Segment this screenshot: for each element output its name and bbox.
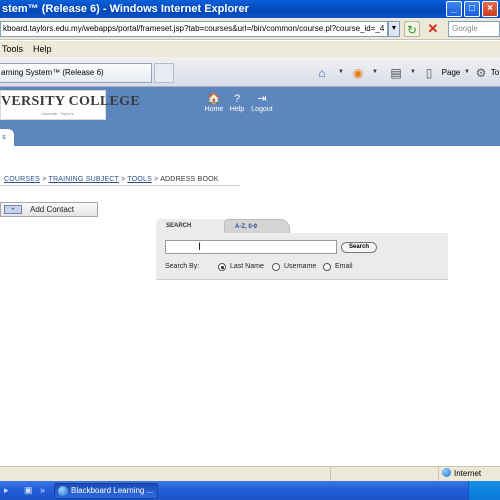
refresh-icon[interactable]: ↻ [404, 21, 420, 37]
radio-last-name[interactable] [218, 263, 226, 271]
radio-email[interactable] [323, 263, 331, 271]
radio-username-label: Username [284, 263, 317, 270]
menu-bar: Tools Help [0, 41, 500, 57]
taskbar: ▸ ▣ » Blackboard Learning ... [0, 481, 500, 500]
bb-tab-courses[interactable]: s [0, 129, 14, 146]
maximize-button[interactable]: □ [464, 1, 480, 17]
bb-header: VERSITY COLLEGE Lakeside · Taylor's 🏠 Ho… [0, 87, 500, 129]
stop-icon[interactable]: ✕ [424, 21, 442, 37]
text-cursor-icon: I [198, 241, 202, 253]
page-dropdown-icon[interactable]: ▼ [464, 69, 470, 75]
quicklaunch-icon[interactable]: ▣ [24, 485, 34, 495]
globe-icon [442, 468, 451, 477]
contact-search-input[interactable] [165, 240, 337, 254]
radio-email-label: Email [335, 263, 353, 270]
menu-help[interactable]: Help [33, 41, 52, 57]
browser-search-input[interactable]: Google [448, 21, 500, 37]
taskbar-task-label: Blackboard Learning ... [71, 486, 154, 495]
breadcrumb-separator: > [42, 176, 47, 183]
menu-tools[interactable]: Tools [2, 41, 23, 57]
home-icon[interactable]: ⌂ [314, 65, 330, 81]
radio-last-name-label: Last Name [230, 263, 264, 270]
quicklaunch-icon[interactable]: ▸ [4, 485, 14, 495]
add-contact-label: Add Contact [30, 205, 75, 214]
home-dropdown-icon[interactable]: ▼ [338, 69, 344, 75]
address-dropdown-icon[interactable]: ▼ [388, 21, 400, 37]
breadcrumb-separator: > [121, 176, 126, 183]
browser-tab[interactable]: arning System™ (Release 6) [0, 63, 152, 83]
breadcrumb: COURSES > TRAINING SUBJECT > TOOLS > ADD… [4, 176, 219, 183]
system-tray [468, 481, 500, 500]
close-button[interactable]: × [482, 1, 498, 17]
tools-gear-icon[interactable]: ⚙ [474, 65, 488, 81]
window-title: stem™ (Release 6) - Windows Internet Exp… [2, 3, 249, 15]
ie-icon [58, 486, 68, 496]
breadcrumb-tools[interactable]: TOOLS [127, 176, 152, 183]
tools-menu[interactable]: To [489, 65, 500, 81]
page-icon[interactable]: ▯ [422, 65, 436, 81]
address-row: kboard.taylors.edu.my/webapps/portal/fra… [0, 18, 500, 40]
radio-username[interactable] [272, 263, 280, 271]
feeds-dropdown-icon[interactable]: ▼ [372, 69, 378, 75]
address-input[interactable]: kboard.taylors.edu.my/webapps/portal/fra… [0, 21, 388, 37]
page-menu[interactable]: Page [440, 65, 462, 81]
breadcrumb-address-book: ADDRESS BOOK [160, 176, 219, 183]
search-by-label: Search By: [165, 263, 200, 270]
add-contact-button[interactable]: + Add Contact [0, 202, 98, 217]
institution-logo: VERSITY COLLEGE Lakeside · Taylor's [0, 90, 140, 120]
header-logout-link[interactable]: ⇥ Logout [247, 93, 277, 115]
breadcrumb-divider [0, 185, 240, 186]
status-divider [438, 467, 439, 482]
logout-icon: ⇥ [257, 93, 267, 105]
taskbar-ie-window[interactable]: Blackboard Learning ... [54, 483, 158, 499]
window-title-bar: stem™ (Release 6) - Windows Internet Exp… [0, 0, 500, 18]
logo-text: VERSITY COLLEGE [1, 94, 140, 109]
add-contact-icon: + [4, 205, 22, 214]
tab-search[interactable]: SEARCH [156, 219, 226, 233]
breadcrumb-courses[interactable]: COURSES [4, 176, 40, 183]
quicklaunch-icon[interactable]: » [40, 485, 50, 495]
tab-a-z[interactable]: A-Z, 0-9 [224, 219, 290, 233]
new-tab-button[interactable] [154, 63, 174, 83]
breadcrumb-training-subject[interactable]: TRAINING SUBJECT [49, 176, 119, 183]
status-bar: Internet [0, 466, 500, 482]
zone-label: Internet [454, 469, 482, 478]
security-zone: Internet [442, 468, 481, 480]
print-icon[interactable]: ▤ [388, 65, 404, 81]
browser-tab-row: arning System™ (Release 6) ⌂ ▼ ◉ ▼ ▤ ▼ ▯… [0, 57, 500, 87]
feeds-icon[interactable]: ◉ [350, 65, 366, 81]
logo-subtext: Lakeside · Taylor's [41, 111, 74, 116]
minimize-button[interactable]: _ [446, 1, 462, 17]
bb-tab-bar: s [0, 129, 500, 146]
status-divider [330, 467, 331, 482]
breadcrumb-separator: > [154, 176, 159, 183]
print-dropdown-icon[interactable]: ▼ [410, 69, 416, 75]
search-button[interactable]: Search [341, 242, 377, 253]
